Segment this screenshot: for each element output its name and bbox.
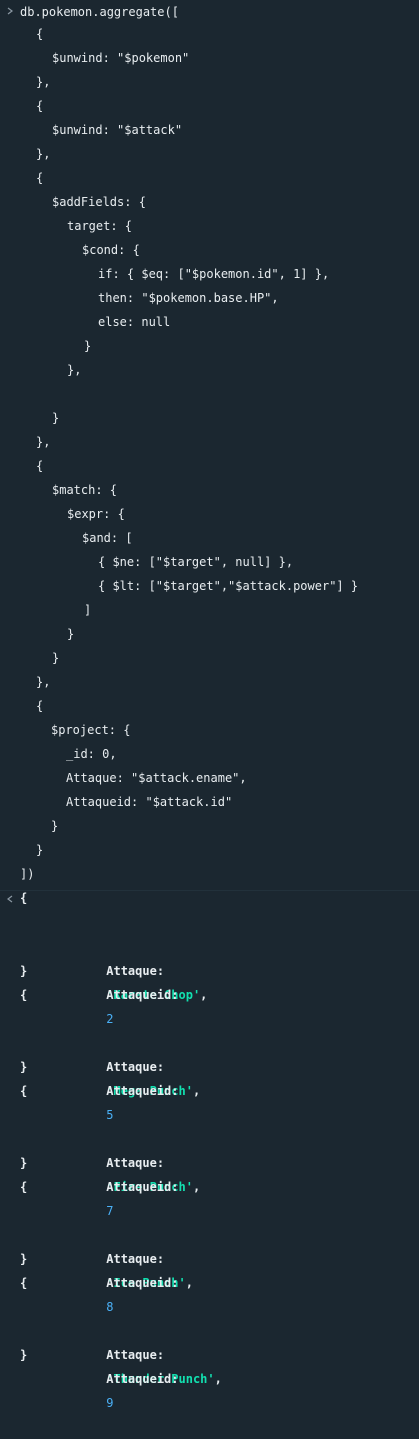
code-line: if: { $eq: ["$pokemon.id", 1] },	[98, 267, 330, 281]
document-open-brace: {	[20, 988, 28, 1002]
code-line: }	[51, 819, 59, 833]
mongo-shell-console: db.pokemon.aggregate([ { $unwind: "$poke…	[0, 0, 419, 1410]
code-line: $addFields: {	[52, 195, 146, 209]
attaqueid-key: Attaqueid:	[106, 1276, 179, 1290]
code-line: $cond: {	[82, 243, 140, 257]
code-line: $and: [	[82, 531, 133, 545]
code-line: {	[36, 699, 44, 713]
code-line: },	[36, 675, 51, 689]
code-line: _id: 0,	[66, 747, 117, 761]
output-separator	[0, 890, 419, 891]
code-line: db.pokemon.aggregate([	[20, 5, 179, 19]
document-open-brace: {	[20, 1084, 28, 1098]
field-comma: ,	[185, 1276, 193, 1290]
document-close-brace: }	[20, 1156, 28, 1170]
code-line: target: {	[67, 219, 133, 233]
code-line: }	[52, 411, 60, 425]
code-line: then: "$pokemon.base.HP",	[98, 291, 279, 305]
document-close-brace: }	[20, 964, 28, 978]
code-line: $expr: {	[67, 507, 125, 521]
document-open-brace: {	[20, 891, 28, 905]
code-line: {	[36, 171, 44, 185]
field-comma: ,	[214, 1372, 222, 1386]
code-line: { $lt: ["$target","$attack.power"] }	[98, 579, 359, 593]
code-line: {	[36, 99, 44, 113]
code-line: },	[36, 435, 51, 449]
attaqueid-value: 2	[106, 1012, 114, 1026]
code-line: },	[36, 147, 51, 161]
code-line: Attaque: "$attack.ename",	[66, 771, 247, 785]
code-line: $unwind: "$attack"	[52, 123, 183, 137]
code-line: }	[36, 843, 44, 857]
code-line: {	[36, 27, 44, 41]
attaqueid-key: Attaqueid:	[106, 988, 179, 1002]
document-close-brace: }	[20, 1060, 28, 1074]
attaqueid-key: Attaqueid:	[106, 1180, 179, 1194]
chevron-right-icon	[6, 0, 14, 24]
document-open-brace: {	[20, 1276, 28, 1290]
code-line: $project: {	[51, 723, 131, 737]
attaqueid-value: 9	[106, 1396, 114, 1410]
attaqueid-key: Attaqueid:	[106, 1372, 179, 1386]
document-open-brace: {	[20, 1180, 28, 1194]
chevron-left-icon	[6, 888, 14, 912]
code-line: ])	[20, 867, 35, 881]
code-line: }	[67, 627, 75, 641]
attaqueid-value: 5	[106, 1108, 114, 1122]
code-line: $match: {	[52, 483, 118, 497]
field-comma: ,	[192, 1084, 201, 1098]
code-line: Attaqueid: "$attack.id"	[66, 795, 233, 809]
document-close-brace: }	[20, 1348, 28, 1362]
code-line: {	[36, 459, 44, 473]
code-line: }	[52, 651, 60, 665]
field-comma: ,	[200, 988, 208, 1002]
field-comma: ,	[192, 1180, 201, 1194]
code-line: { $ne: ["$target", null] },	[98, 555, 294, 569]
code-line: },	[36, 75, 51, 89]
code-line: }	[84, 339, 92, 353]
code-line: ]	[84, 603, 92, 617]
code-line: $unwind: "$pokemon"	[52, 51, 190, 65]
code-line: },	[67, 363, 82, 377]
attaqueid-value: 8	[106, 1300, 114, 1314]
code-line: else: null	[98, 315, 171, 329]
attaqueid-value: 7	[106, 1204, 114, 1218]
attaqueid-key: Attaqueid:	[106, 1084, 179, 1098]
document-close-brace: }	[20, 1252, 28, 1266]
